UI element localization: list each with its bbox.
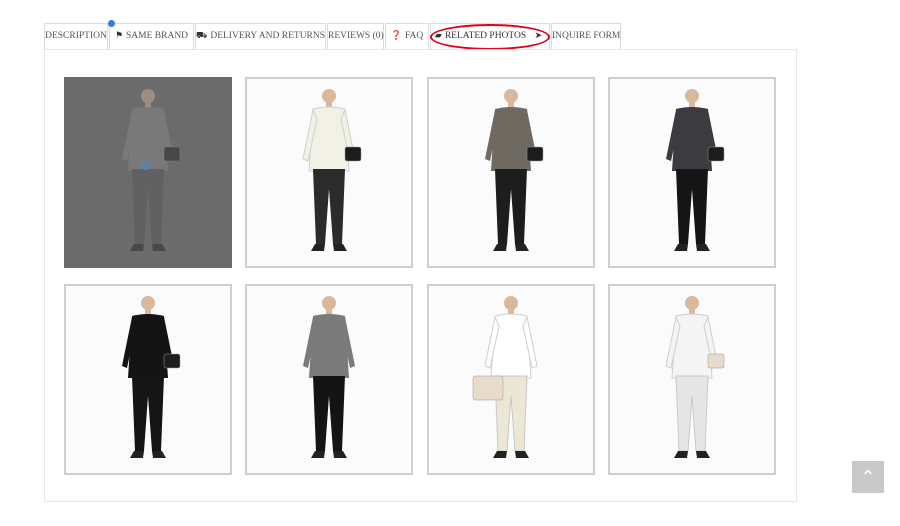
gallery-photo[interactable] xyxy=(608,77,776,268)
gallery-photo[interactable] xyxy=(245,77,413,268)
flag-icon: ⚑ xyxy=(114,31,124,41)
truck-icon: ⛟ xyxy=(196,31,208,41)
gallery-photo[interactable] xyxy=(427,284,595,475)
tab-label: SAME BRAND xyxy=(126,31,189,41)
tab-label: FAQ xyxy=(404,31,424,41)
model-photo xyxy=(485,89,544,251)
tab-inquire-form[interactable]: INQUIRE FORM xyxy=(551,23,621,49)
tab-description[interactable]: DESCRIPTION xyxy=(44,23,108,49)
tab-faq[interactable]: ❓ FAQ xyxy=(385,23,429,49)
gallery-photo[interactable] xyxy=(64,284,232,475)
model-photo xyxy=(303,296,355,458)
notification-dot xyxy=(108,20,115,27)
model-photo xyxy=(666,89,725,251)
gallery-photo[interactable]: ⊕ xyxy=(64,77,232,268)
question-icon: ❓ xyxy=(390,31,402,41)
image-icon: ▰ xyxy=(434,31,442,41)
model-photo xyxy=(302,89,362,251)
model-photo xyxy=(122,296,181,458)
gallery-photo[interactable] xyxy=(427,77,595,268)
tab-label: DELIVERY AND RETURNS xyxy=(210,31,326,41)
chevron-up-icon[interactable]: ⌃ xyxy=(852,461,884,493)
send-icon: ➤ xyxy=(534,31,543,41)
tab-reviews[interactable]: REVIEWS (0) xyxy=(327,23,384,49)
tab-label: REVIEWS (0) xyxy=(328,31,384,41)
tab-label: DESCRIPTION xyxy=(45,31,107,41)
gallery-photo[interactable] xyxy=(245,284,413,475)
tab-related-photos[interactable]: ▰ RELATED PHOTOS ➤ xyxy=(430,23,550,50)
tab-delivery-returns[interactable]: ⛟ DELIVERY AND RETURNS xyxy=(195,23,326,49)
tab-label: INQUIRE FORM xyxy=(552,31,621,41)
tab-same-brand[interactable]: ⚑ SAME BRAND xyxy=(108,20,194,49)
gallery-photo[interactable] xyxy=(608,284,776,475)
tab-label: RELATED PHOTOS xyxy=(444,31,527,41)
model-photo xyxy=(472,296,538,458)
model-photo xyxy=(665,296,725,458)
zoom-in-icon[interactable]: ⊕ xyxy=(140,157,158,175)
